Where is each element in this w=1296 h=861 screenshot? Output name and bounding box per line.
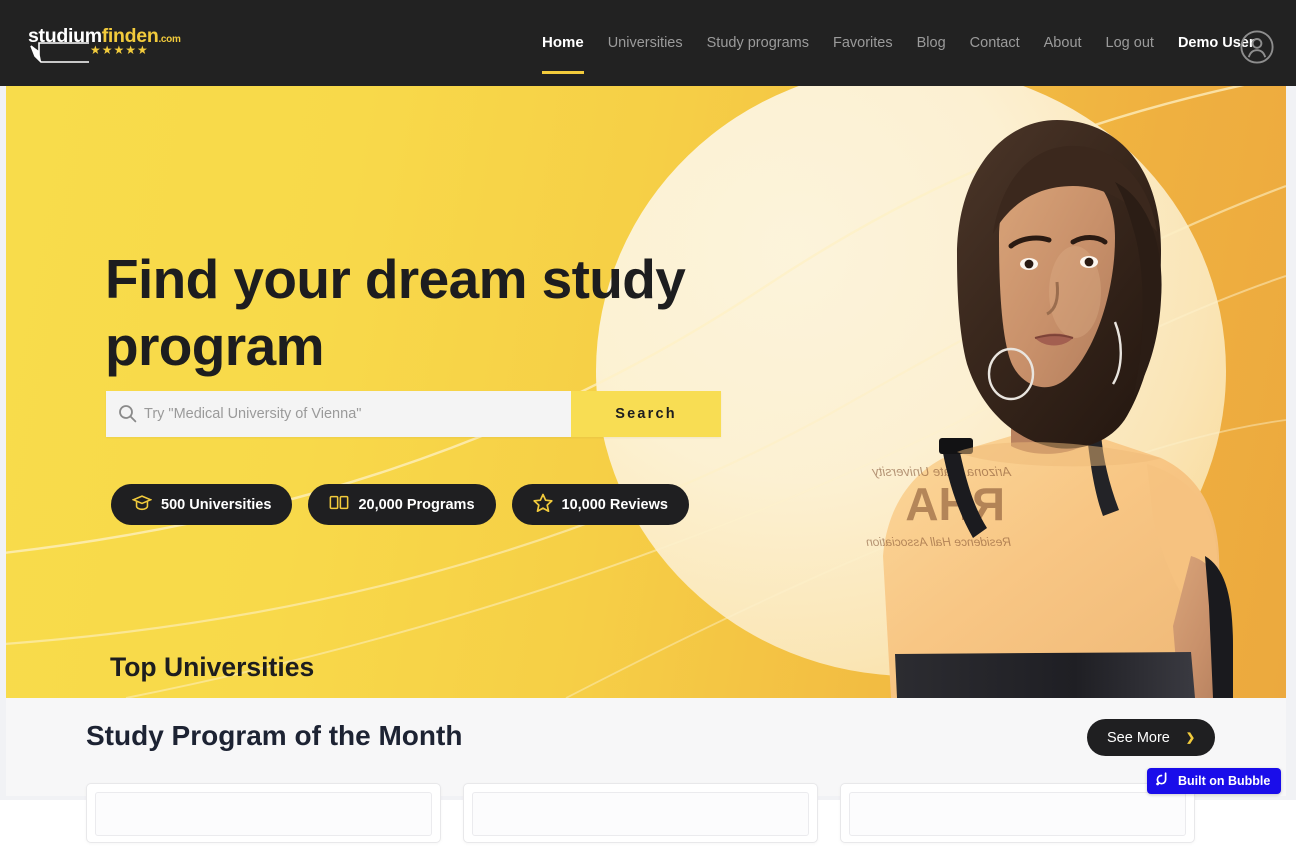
bubble-logo-icon — [1156, 772, 1171, 790]
program-card[interactable] — [840, 783, 1195, 843]
chevron-right-icon: ❯ — [1185, 732, 1196, 744]
logo-stars: ★★★★★ — [90, 43, 149, 57]
hero-heading: Find your dream study program — [105, 248, 686, 378]
hero-stats: 500 Universities 20,000 Programs 10,000 … — [111, 484, 689, 525]
hero-banner: Arizona State University RHA Residence H… — [6, 86, 1286, 698]
avatar[interactable] — [1240, 30, 1274, 64]
program-card[interactable] — [86, 783, 441, 843]
nav-item-about[interactable]: About — [1032, 0, 1094, 86]
nav-item-universities[interactable]: Universities — [596, 0, 695, 86]
top-universities-title: Top Universities — [110, 652, 315, 682]
program-cards-row — [86, 783, 1195, 843]
user-circle-icon — [1240, 30, 1274, 64]
logo-dotcom: .com — [158, 34, 181, 45]
section-title: Study Program of the Month — [86, 720, 463, 751]
program-card-image-placeholder — [849, 792, 1186, 836]
search-icon — [118, 404, 137, 428]
search-input[interactable] — [144, 406, 571, 422]
search-input-wrapper[interactable] — [106, 391, 571, 437]
nav-item-contact[interactable]: Contact — [958, 0, 1032, 86]
nav-item-blog[interactable]: Blog — [905, 0, 958, 86]
site-header: studiumfinden.com ★★★★★ Home Universitie… — [0, 0, 1296, 86]
see-more-button[interactable]: See More ❯ — [1087, 719, 1216, 756]
study-program-of-the-month-section: Study Program of the Month See More ❯ — [6, 698, 1286, 843]
nav-item-favorites[interactable]: Favorites — [821, 0, 905, 86]
stat-pill-universities[interactable]: 500 Universities — [111, 484, 293, 525]
program-card[interactable] — [463, 783, 818, 843]
nav-item-home[interactable]: Home — [530, 0, 596, 86]
nav-item-log-out[interactable]: Log out — [1094, 0, 1166, 86]
open-book-icon — [329, 494, 349, 515]
built-on-bubble-badge[interactable]: Built on Bubble — [1147, 768, 1282, 794]
hero-student-photo: Arizona State University RHA Residence H… — [861, 86, 1233, 698]
stat-pill-programs[interactable]: 20,000 Programs — [308, 484, 496, 525]
hero-search-bar[interactable]: Search — [106, 391, 721, 437]
bubble-badge-label: Built on Bubble — [1178, 774, 1271, 788]
stat-label: 20,000 Programs — [358, 496, 475, 513]
svg-text:Arizona State University: Arizona State University — [871, 464, 1012, 479]
stat-label: 500 Universities — [161, 496, 272, 513]
see-more-label: See More — [1107, 729, 1170, 746]
stat-pill-reviews[interactable]: 10,000 Reviews — [511, 484, 689, 525]
svg-text:Residence Hall Association: Residence Hall Association — [866, 535, 1011, 549]
site-logo[interactable]: studiumfinden.com ★★★★★ — [28, 26, 208, 67]
star-icon — [532, 493, 553, 516]
nav-item-study-programs[interactable]: Study programs — [695, 0, 821, 86]
main-navigation: Home Universities Study programs Favorit… — [530, 0, 1267, 86]
graduation-cap-icon — [131, 494, 153, 515]
speech-bubble-tail-icon — [30, 42, 89, 63]
program-card-image-placeholder — [472, 792, 809, 836]
page-root: Arizona State University RHA Residence H… — [0, 0, 1296, 861]
stat-label: 10,000 Reviews — [561, 496, 668, 513]
program-card-image-placeholder — [95, 792, 432, 836]
search-button[interactable]: Search — [571, 391, 721, 437]
